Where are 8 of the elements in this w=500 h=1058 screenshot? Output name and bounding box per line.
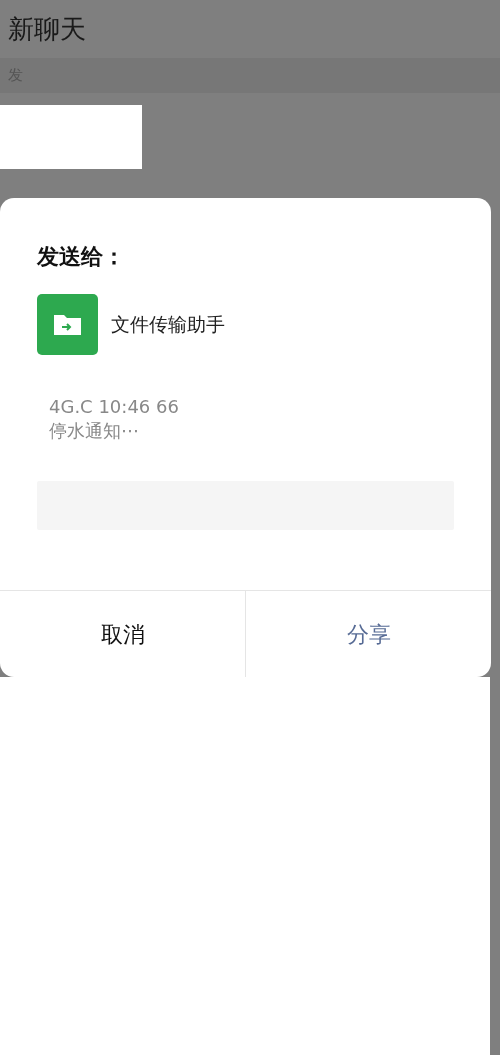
cancel-button[interactable]: 取消 bbox=[0, 591, 245, 677]
dialog-title: 发送给： bbox=[37, 246, 126, 268]
page-title: 新聊天 bbox=[8, 15, 86, 42]
recipient-name: 文件传输助手 bbox=[111, 312, 225, 338]
folder-icon bbox=[37, 294, 98, 355]
share-button[interactable]: 分享 bbox=[245, 591, 491, 677]
message-preview: 停水通知⋯ bbox=[49, 419, 140, 443]
message-preview: 4G.C 10:46 66 bbox=[49, 395, 180, 419]
